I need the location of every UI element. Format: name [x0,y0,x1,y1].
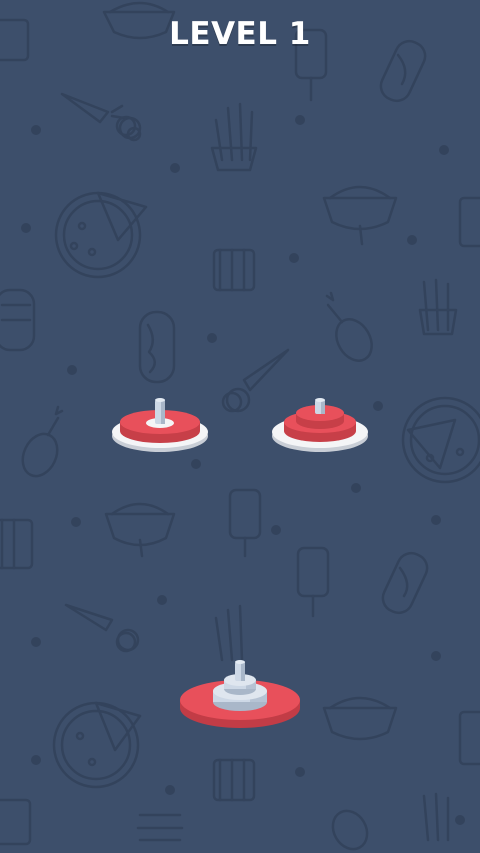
popsicle-icon [296,546,330,618]
pizza-icon [54,191,148,279]
peg-stack-left[interactable] [106,392,214,464]
game-screen: LEVEL 1 [0,0,480,853]
broccoli-icon [115,631,137,653]
pizza-icon [401,396,480,484]
popsicle-icon [228,488,262,558]
soup-pot-icon [322,696,398,741]
cake-icon [212,248,256,292]
carrot-icon [64,603,140,652]
drumstick-icon [21,405,64,478]
cake-icon [212,758,256,802]
cake-icon [0,518,34,570]
peg-pole [155,398,165,424]
burger-icon [136,813,184,842]
hotdog-icon [138,310,176,384]
cake-icon [0,798,32,846]
level-title: LEVEL 1 [169,16,311,52]
peg-stack-bottom[interactable] [170,652,310,738]
fries-icon [210,102,258,172]
soup-pot-icon [104,502,176,558]
drumstick-icon [325,291,373,362]
hotdog-icon [0,288,36,352]
drumstick-icon [331,809,369,851]
peg-pole [235,660,245,681]
cake-icon [458,196,480,248]
fries-icon [422,792,450,842]
fries-icon [418,278,458,336]
hotdog-icon [381,551,429,615]
cake-icon [458,710,480,766]
pizza-icon [52,701,142,789]
soup-pot-icon [322,185,398,246]
peg-pole [315,398,325,414]
peg-stack-middle[interactable] [266,392,374,464]
